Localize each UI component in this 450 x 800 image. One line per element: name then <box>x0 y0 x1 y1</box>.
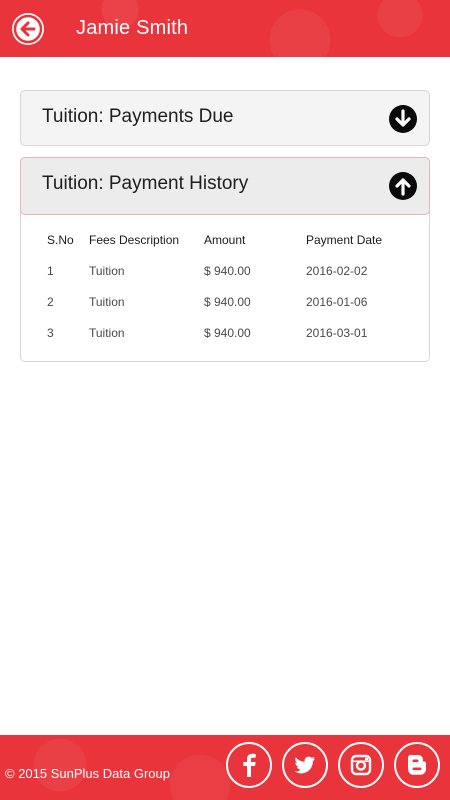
page-title: Jamie Smith <box>76 17 189 39</box>
table-row: 3 Tuition $ 940.00 2016-03-01 <box>39 317 411 348</box>
payments-due-label: Tuition: Payments Due <box>42 106 234 127</box>
collapse-button[interactable] <box>389 172 417 200</box>
footer-bar: © 2015 SunPlus Data Group <box>0 735 450 800</box>
cell-sno: 2 <box>47 294 54 309</box>
column-header-sno: S.No <box>47 232 74 247</box>
payments-due-panel: Tuition: Payments Due <box>20 90 430 146</box>
header-bar: Jamie Smith <box>0 0 450 57</box>
instagram-button[interactable] <box>338 742 384 788</box>
cell-payment-date: 2016-02-02 <box>306 263 368 278</box>
column-header-payment-date: Payment Date <box>306 232 383 247</box>
arrow-up-icon <box>395 178 411 196</box>
copyright-text: © 2015 SunPlus Data Group <box>5 766 170 781</box>
back-arrow-icon <box>13 14 43 44</box>
instagram-icon <box>350 754 372 776</box>
back-button[interactable] <box>12 13 44 45</box>
twitter-icon <box>294 756 315 774</box>
column-header-amount: Amount <box>204 232 246 247</box>
payment-history-header[interactable]: Tuition: Payment History <box>20 157 430 215</box>
facebook-button[interactable] <box>226 742 272 788</box>
table-row: 2 Tuition $ 940.00 2016-01-06 <box>39 286 411 317</box>
cell-amount: $ 940.00 <box>204 325 251 340</box>
payment-history-panel: Tuition: Payment History S.No Fees Descr… <box>20 157 430 362</box>
facebook-icon <box>243 753 256 777</box>
cell-sno: 3 <box>47 325 54 340</box>
column-header-description: Fees Description <box>89 232 180 247</box>
blogger-icon <box>408 755 426 775</box>
cell-description: Tuition <box>89 263 125 278</box>
cell-payment-date: 2016-03-01 <box>306 325 368 340</box>
cell-sno: 1 <box>47 263 54 278</box>
table-header-row: S.No Fees Description Amount Payment Dat… <box>39 224 411 255</box>
table-row: 1 Tuition $ 940.00 2016-02-02 <box>39 255 411 286</box>
payments-due-header[interactable]: Tuition: Payments Due <box>20 90 430 146</box>
cell-amount: $ 940.00 <box>204 294 251 309</box>
cell-payment-date: 2016-01-06 <box>306 294 368 309</box>
payment-history-label: Tuition: Payment History <box>42 173 249 194</box>
expand-button[interactable] <box>389 105 417 133</box>
arrow-down-icon <box>395 109 411 127</box>
blogger-button[interactable] <box>394 742 440 788</box>
twitter-button[interactable] <box>282 742 328 788</box>
cell-description: Tuition <box>89 294 125 309</box>
cell-description: Tuition <box>89 325 125 340</box>
payment-history-table: S.No Fees Description Amount Payment Dat… <box>39 224 411 348</box>
cell-amount: $ 940.00 <box>204 263 251 278</box>
